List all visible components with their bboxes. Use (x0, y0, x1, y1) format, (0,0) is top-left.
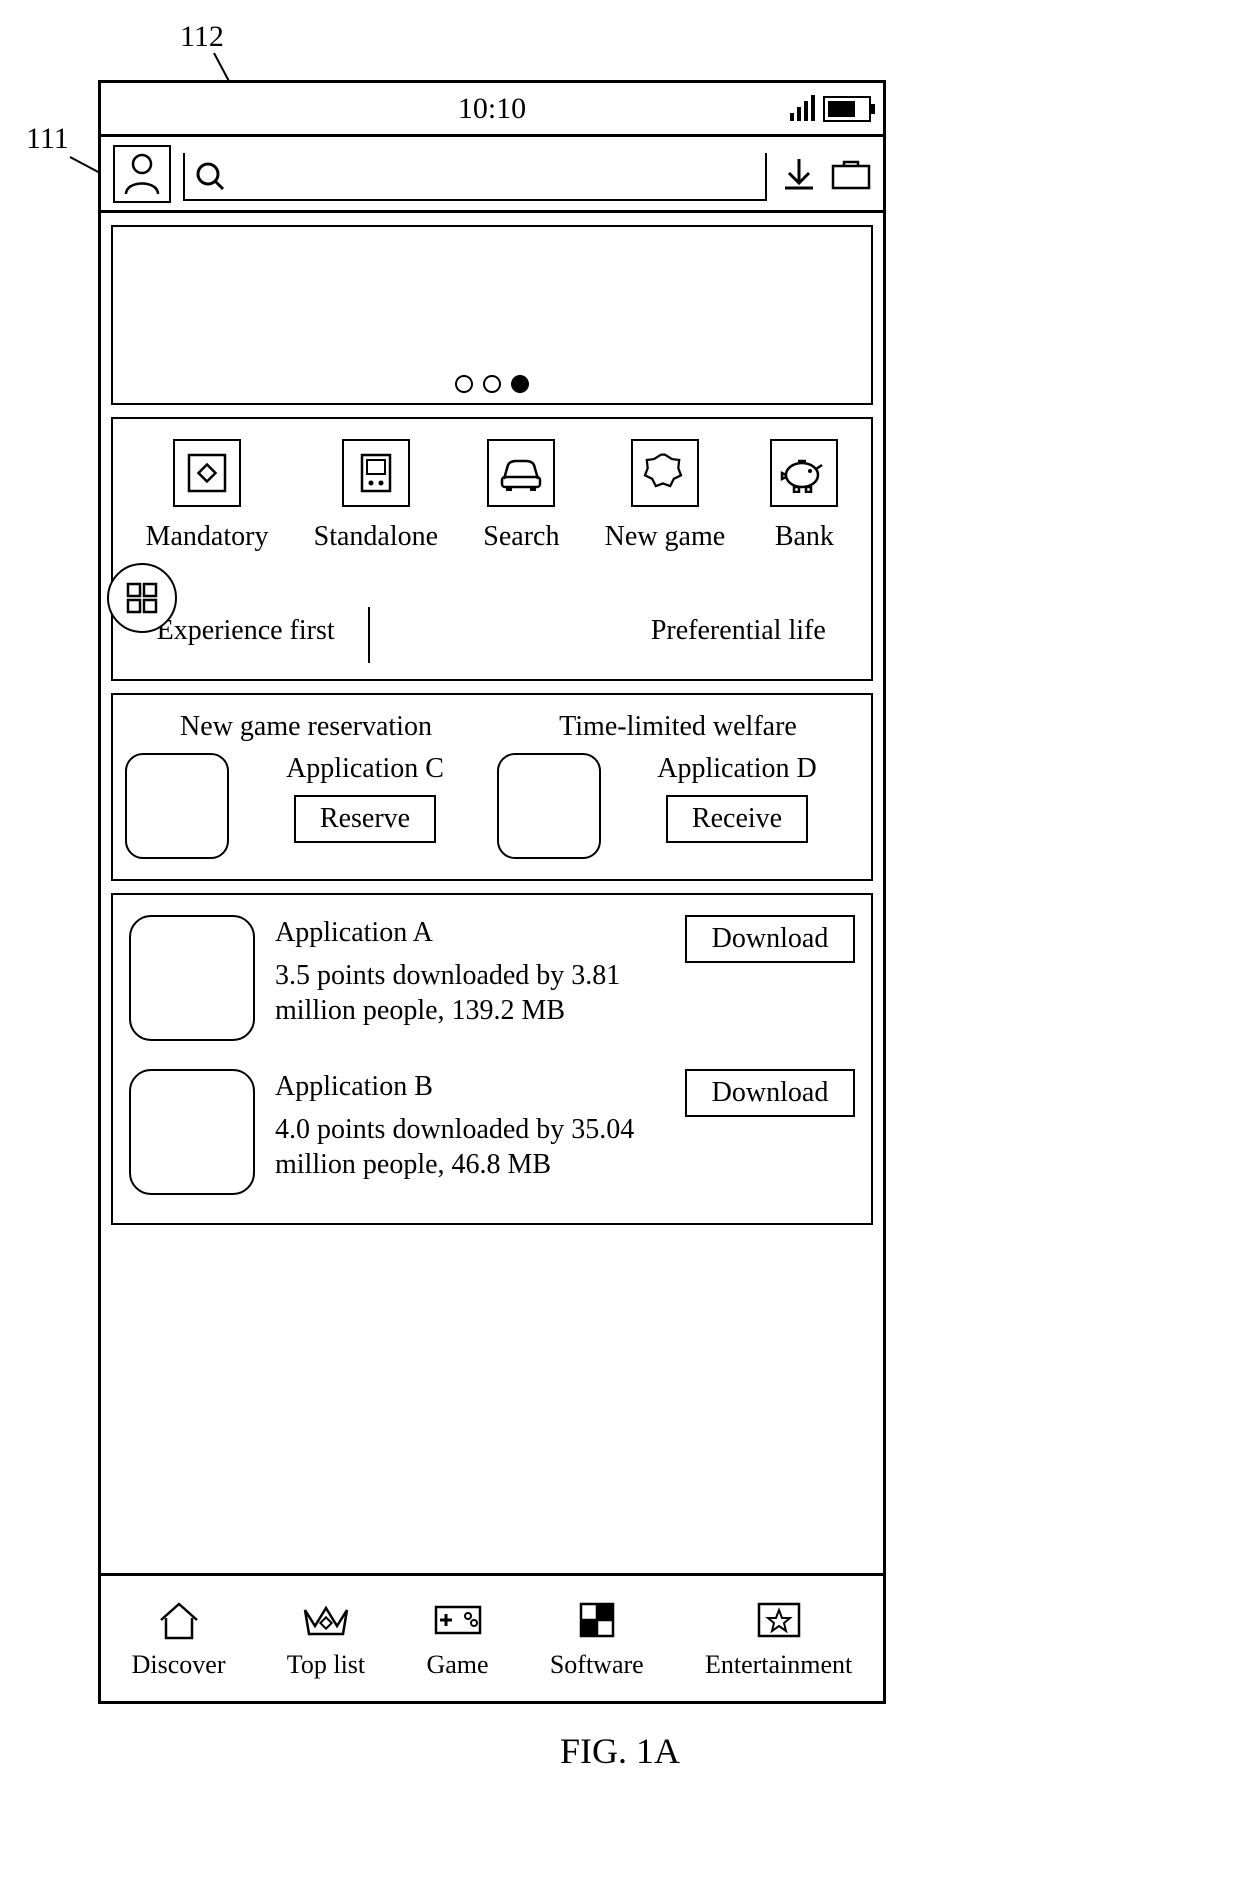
battery-icon (823, 96, 871, 122)
carousel-dots (455, 375, 529, 393)
reservation-title: New game reservation (125, 711, 487, 743)
app-list-item[interactable]: Application A 3.5 points downloaded by 3… (129, 915, 855, 1041)
top-toolbar (101, 137, 883, 213)
search-icon (195, 161, 225, 191)
crown-icon (301, 1598, 351, 1642)
status-bar: 10:10 (101, 83, 883, 137)
app-name: Application B (275, 1069, 665, 1104)
reservation-panel: New game reservation Application C Reser… (111, 693, 873, 881)
app-list-item[interactable]: Application B 4.0 points downloaded by 3… (129, 1069, 855, 1195)
nav-discover[interactable]: Discover (132, 1598, 226, 1680)
reservation-left: New game reservation Application C Reser… (125, 711, 487, 859)
download-button[interactable]: Download (685, 1069, 855, 1117)
reservation-title: Time-limited welfare (497, 711, 859, 743)
category-label: Search (483, 521, 559, 553)
nav-entertainment[interactable]: Entertainment (705, 1598, 852, 1680)
home-icon (157, 1598, 201, 1642)
status-right (790, 96, 871, 122)
piggy-icon (770, 439, 838, 507)
gamepad-icon (432, 1598, 484, 1642)
download-icon (782, 157, 816, 191)
grid-icon (578, 1598, 616, 1642)
grid4-icon (124, 580, 160, 616)
app-name: Application C (286, 753, 444, 785)
app-thumbnail[interactable] (497, 753, 601, 859)
carousel-banner[interactable] (111, 225, 873, 405)
app-detail: 4.0 points downloaded by 35.04 million p… (275, 1112, 665, 1182)
status-time: 10:10 (458, 92, 526, 126)
figure-label: FIG. 1A (0, 1730, 1240, 1772)
carousel-dot[interactable] (455, 375, 473, 393)
gameboy-icon (342, 439, 410, 507)
reservation-right: Time-limited welfare Application D Recei… (497, 711, 859, 859)
category-search[interactable]: Search (483, 439, 559, 553)
car-icon (487, 439, 555, 507)
carousel-dot-active[interactable] (511, 375, 529, 393)
tab-preferential-life[interactable]: Preferential life (616, 607, 861, 663)
signal-icon (790, 97, 815, 121)
category-standalone[interactable]: Standalone (314, 439, 438, 553)
profile-button[interactable] (113, 145, 171, 203)
app-name: Application A (275, 915, 665, 950)
nav-game[interactable]: Game (426, 1598, 488, 1680)
category-new-game[interactable]: New game (605, 439, 726, 553)
nav-label: Software (550, 1650, 644, 1680)
app-name: Application D (657, 753, 816, 785)
fab-all-categories[interactable] (107, 563, 177, 633)
app-list-panel: Application A 3.5 points downloaded by 3… (111, 893, 873, 1225)
search-input[interactable] (183, 153, 767, 201)
nav-label: Game (426, 1650, 488, 1680)
diamond-frame-icon (173, 439, 241, 507)
badge-icon (631, 439, 699, 507)
app-thumbnail[interactable] (125, 753, 229, 859)
carousel-dot[interactable] (483, 375, 501, 393)
category-bank[interactable]: Bank (770, 439, 838, 553)
app-thumbnail[interactable] (129, 915, 255, 1041)
category-label: Mandatory (146, 521, 269, 553)
app-thumbnail[interactable] (129, 1069, 255, 1195)
callout-112: 112 (180, 20, 224, 54)
app-detail: 3.5 points downloaded by 3.81 million pe… (275, 958, 665, 1028)
category-label: New game (605, 521, 726, 553)
bottom-nav: Discover Top list Game (101, 1573, 883, 1701)
split-divider (368, 607, 615, 663)
downloads-button[interactable] (779, 154, 819, 194)
briefcase-icon (831, 158, 871, 190)
nav-label: Top list (287, 1650, 365, 1680)
category-label: Bank (775, 521, 834, 553)
person-icon (122, 152, 162, 196)
star-box-icon (756, 1598, 802, 1642)
callout-111: 111 (26, 122, 69, 156)
manage-button[interactable] (831, 154, 871, 194)
reserve-button[interactable]: Reserve (294, 795, 436, 843)
receive-button[interactable]: Receive (666, 795, 808, 843)
nav-label: Entertainment (705, 1650, 852, 1680)
nav-top-list[interactable]: Top list (287, 1598, 365, 1680)
category-label: Standalone (314, 521, 438, 553)
nav-software[interactable]: Software (550, 1598, 644, 1680)
category-mandatory[interactable]: Mandatory (146, 439, 269, 553)
nav-label: Discover (132, 1650, 226, 1680)
download-button[interactable]: Download (685, 915, 855, 963)
phone-frame: 10:10 (98, 80, 886, 1704)
categories-panel: Mandatory Standalone (111, 417, 873, 681)
